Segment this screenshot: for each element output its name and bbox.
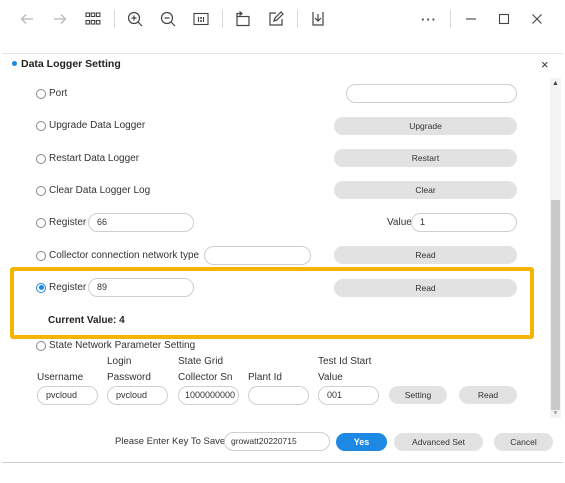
scrollbar-thumb[interactable] [551, 200, 560, 410]
register-input-2[interactable]: 89 [88, 278, 194, 297]
test-id-input[interactable]: 001 [318, 386, 379, 405]
state-network-label: State Network Parameter Setting [49, 340, 196, 351]
dialog-title-text: Data Logger Setting [21, 58, 121, 70]
upgrade-option[interactable]: Upgrade Data Logger [36, 120, 145, 131]
username-input[interactable]: pvcloud [37, 386, 98, 405]
zoom-out-icon[interactable] [158, 9, 178, 29]
zoom-in-icon[interactable] [125, 9, 145, 29]
collector-network-input[interactable] [204, 246, 311, 265]
scroll-up-icon[interactable]: ▲ [552, 80, 559, 87]
register-radio-1[interactable] [36, 217, 46, 228]
dialog-divider [2, 53, 563, 54]
window-toolbar: ··· [0, 0, 565, 38]
advanced-set-button[interactable]: Advanced Set [394, 433, 483, 451]
yes-button[interactable]: Yes [336, 433, 387, 451]
current-value-text: Current Value: 4 [48, 315, 125, 326]
collector-sn-header: Collector Sn [178, 372, 233, 383]
register-label-1: Register [49, 217, 87, 228]
port-option[interactable]: Port [36, 88, 67, 99]
collector-sn-header-line1: State Grid [178, 356, 224, 367]
clear-log-option[interactable]: Clear Data Logger Log [36, 185, 150, 196]
footer-divider [2, 462, 563, 463]
restart-label: Restart Data Logger [49, 153, 140, 164]
save-key-input[interactable]: growatt20220715 [224, 432, 330, 451]
upgrade-button[interactable]: Upgrade [334, 117, 517, 135]
register-input-1[interactable]: 66 [88, 213, 194, 232]
restart-button[interactable]: Restart [334, 149, 517, 167]
register-radio-2[interactable] [36, 282, 46, 293]
cancel-button[interactable]: Cancel [494, 433, 553, 451]
username-header: Username [37, 372, 84, 383]
save-icon[interactable] [308, 9, 328, 29]
scroll-down-icon[interactable]: ▼ [552, 410, 559, 417]
state-read-button[interactable]: Read [459, 386, 517, 404]
login-header-line1: Login [107, 356, 132, 367]
plant-id-header: Plant Id [248, 372, 282, 383]
clear-button[interactable]: Clear [334, 181, 517, 199]
dialog-close-button[interactable]: × [541, 57, 549, 72]
collector-network-radio[interactable] [36, 250, 46, 261]
value-label: Value [387, 217, 412, 228]
collector-read-button[interactable]: Read [334, 246, 517, 264]
collector-sn-input[interactable]: 1000000000 [178, 386, 239, 405]
forward-arrow-icon[interactable] [50, 9, 70, 29]
rotate-icon[interactable] [233, 9, 253, 29]
highlight-box [10, 267, 534, 339]
register-option-1[interactable]: Register [36, 217, 86, 228]
value-input[interactable]: 1 [411, 213, 517, 232]
close-icon[interactable] [527, 9, 547, 29]
collector-network-option[interactable]: Collector connection network type [36, 250, 199, 261]
restart-radio[interactable] [36, 153, 46, 164]
save-key-prompt: Please Enter Key To Save [115, 436, 226, 447]
setting-button[interactable]: Setting [389, 386, 447, 404]
clear-log-radio[interactable] [36, 185, 46, 196]
register-label-2: Register [49, 282, 87, 293]
port-label: Port [49, 88, 68, 99]
grid-icon[interactable] [83, 9, 103, 29]
title-dot-icon [12, 60, 17, 66]
dialog-title: Data Logger Setting [12, 58, 121, 70]
minimize-icon[interactable] [461, 9, 481, 29]
edit-icon[interactable] [266, 9, 286, 29]
register-read-button[interactable]: Read [334, 279, 517, 297]
upgrade-radio[interactable] [36, 120, 46, 131]
register-option-2[interactable]: Register [36, 282, 86, 293]
upgrade-label: Upgrade Data Logger [49, 120, 146, 131]
state-network-option[interactable]: State Network Parameter Setting [36, 340, 195, 351]
actual-size-icon[interactable] [191, 9, 211, 29]
collector-network-label: Collector connection network type [49, 250, 200, 261]
back-arrow-icon[interactable] [17, 9, 37, 29]
state-network-radio[interactable] [36, 340, 46, 351]
restart-option[interactable]: Restart Data Logger [36, 153, 139, 164]
plant-id-input[interactable] [248, 386, 309, 405]
more-icon[interactable]: ··· [419, 9, 439, 29]
maximize-icon[interactable] [494, 9, 514, 29]
password-header: Password [107, 372, 151, 383]
port-radio[interactable] [36, 88, 46, 99]
test-id-header: Value [318, 372, 343, 383]
password-input[interactable]: pvcloud [107, 386, 168, 405]
clear-log-label: Clear Data Logger Log [49, 185, 151, 196]
test-id-header-line1: Test Id Start [318, 356, 372, 367]
port-input[interactable] [346, 84, 517, 103]
